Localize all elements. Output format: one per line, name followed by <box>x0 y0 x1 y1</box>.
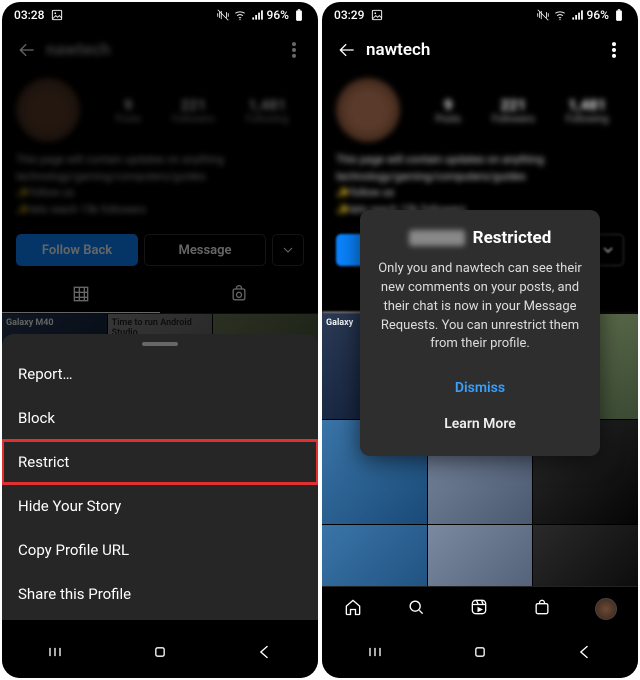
stat-posts[interactable]: 9Posts <box>435 96 461 125</box>
sheet-report[interactable]: Report… <box>2 352 318 396</box>
nav-home[interactable] <box>470 642 490 666</box>
arrow-left-icon <box>337 40 357 60</box>
modal-dismiss-button[interactable]: Dismiss <box>378 370 582 406</box>
statusbar: 03:28 96% <box>2 2 318 28</box>
profile-info: 9Posts 221Followers 1,481Following This … <box>322 72 638 224</box>
battery-pct: 96% <box>267 8 289 22</box>
vibrate-icon <box>216 8 230 22</box>
chevron-down-icon <box>600 242 616 258</box>
modal-body: Only you and nawtech can see their new c… <box>378 260 582 354</box>
signal-icon <box>570 8 584 22</box>
nav-home[interactable] <box>150 642 170 666</box>
nav-back[interactable] <box>255 642 275 666</box>
home-square-icon <box>150 642 170 662</box>
recent-icon <box>365 642 385 662</box>
nav-recent[interactable] <box>365 642 385 666</box>
sheet-handle[interactable] <box>142 342 178 346</box>
thumb-label: Galaxy <box>326 318 353 328</box>
sheet-copy-url[interactable]: Copy Profile URL <box>2 528 318 572</box>
recent-icon <box>45 642 65 662</box>
menu-button[interactable] <box>600 40 628 60</box>
battery-icon <box>292 8 306 22</box>
pic-icon <box>370 8 384 22</box>
dots-vertical-icon <box>604 40 624 60</box>
ig-profile[interactable] <box>595 598 617 620</box>
modal-learn-more-button[interactable]: Learn More <box>378 406 582 442</box>
back-angle-icon <box>255 642 275 662</box>
modal-username-blur <box>409 230 465 246</box>
modal-title: Restricted <box>473 228 552 248</box>
phone-left: 03:28 96% nawtech <box>2 2 318 678</box>
stat-followers[interactable]: 221Followers <box>492 96 535 125</box>
instagram-navbar <box>322 586 638 630</box>
ig-reels[interactable] <box>469 597 489 621</box>
back-button[interactable] <box>332 40 362 60</box>
stat-following[interactable]: 1,481Following <box>566 96 609 125</box>
shop-icon <box>532 597 552 617</box>
android-navbar <box>2 630 318 678</box>
signal-icon <box>250 8 264 22</box>
home-square-icon <box>470 642 490 662</box>
nav-recent[interactable] <box>45 642 65 666</box>
vibrate-icon <box>536 8 550 22</box>
profile-username: nawtech <box>362 40 600 60</box>
back-angle-icon <box>575 642 595 662</box>
action-sheet: Report… Block Restrict Hide Your Story C… <box>2 334 318 620</box>
ig-home[interactable] <box>343 597 363 621</box>
status-time: 03:29 <box>334 8 364 22</box>
ig-shop[interactable] <box>532 597 552 621</box>
sheet-restrict[interactable]: Restrict <box>2 440 318 484</box>
restricted-modal: Restricted Only you and nawtech can see … <box>360 210 600 456</box>
sheet-block[interactable]: Block <box>2 396 318 440</box>
phone-right: 03:29 96% nawtech <box>322 2 638 678</box>
wifi-icon <box>233 8 247 22</box>
profile-avatar[interactable] <box>336 78 400 142</box>
profile-bio: This page will contain updates on anythi… <box>336 152 624 218</box>
battery-icon <box>612 8 626 22</box>
sheet-share-profile[interactable]: Share this Profile <box>2 572 318 616</box>
nav-back[interactable] <box>575 642 595 666</box>
search-icon <box>406 597 426 617</box>
wifi-icon <box>553 8 567 22</box>
android-navbar <box>322 630 638 678</box>
pic-icon <box>50 8 64 22</box>
profile-header: nawtech <box>322 28 638 72</box>
statusbar: 03:29 96% <box>322 2 638 28</box>
battery-pct: 96% <box>587 8 609 22</box>
status-time: 03:28 <box>14 8 44 22</box>
sheet-hide-story[interactable]: Hide Your Story <box>2 484 318 528</box>
house-icon <box>343 597 363 617</box>
reels-icon <box>469 597 489 617</box>
ig-search[interactable] <box>406 597 426 621</box>
